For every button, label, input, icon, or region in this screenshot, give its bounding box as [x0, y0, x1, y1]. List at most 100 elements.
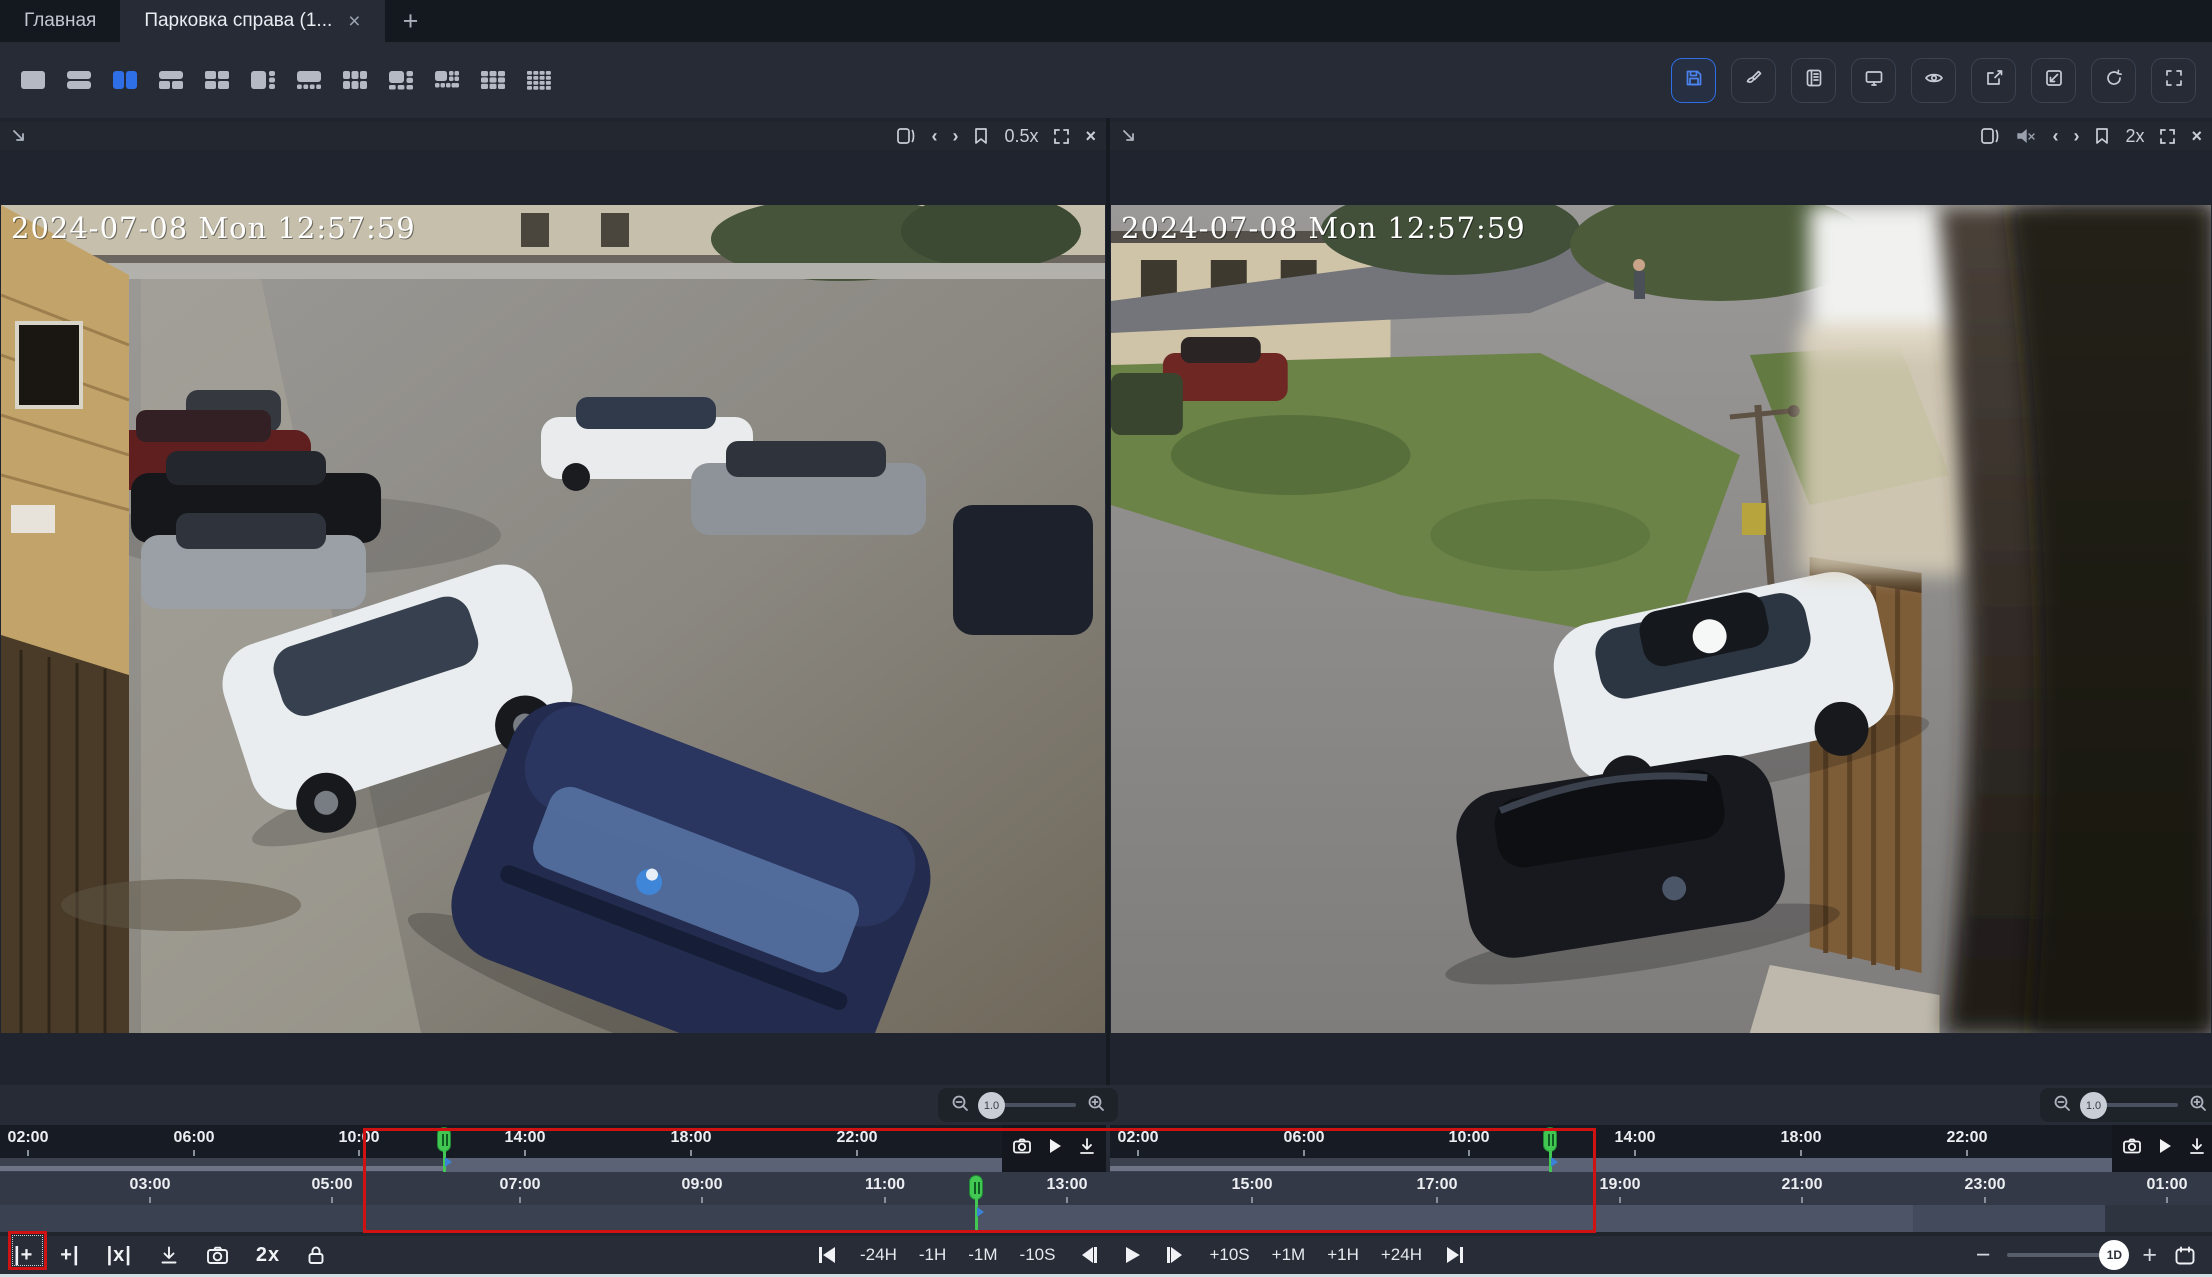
zoom-slider-handle[interactable]: 1.0 [2080, 1092, 2107, 1119]
skip-end-icon[interactable] [1444, 1244, 1466, 1266]
tick-label: 22:00 [1947, 1129, 1988, 1147]
download-icon[interactable] [1078, 1137, 1096, 1160]
jump-fwd-1h[interactable]: +1H [1327, 1245, 1359, 1265]
timeline-track[interactable]: 02:00 06:00 10:00 14:00 18:00 22:00 [0, 1125, 1002, 1158]
tab-parking[interactable]: Парковка справа (1... × [120, 0, 384, 42]
tick-label: 01:00 [2147, 1176, 2188, 1194]
camera-panel-left[interactable]: ‹ › 0.5x × [0, 118, 1106, 1085]
bookmark-icon[interactable] [973, 127, 989, 145]
clear-marks-button[interactable]: |x| [107, 1244, 132, 1267]
download-icon[interactable] [159, 1245, 179, 1265]
recording-band-combined[interactable] [0, 1205, 2212, 1232]
step-back-icon[interactable] [1077, 1244, 1099, 1266]
playhead[interactable] [436, 1126, 452, 1172]
video-right[interactable]: 2024-07-08 Mon 12:57:59 [1111, 205, 2211, 1033]
frame-mode-icon[interactable] [896, 127, 916, 145]
download-icon[interactable] [2188, 1137, 2206, 1160]
layout-4x4-button[interactable] [522, 66, 556, 94]
prev-icon[interactable]: ‹ [2052, 127, 2058, 145]
close-icon[interactable]: × [2191, 127, 2202, 145]
refresh-button[interactable] [2091, 58, 2136, 103]
tick-label: 18:00 [1781, 1129, 1822, 1147]
view-button[interactable] [1911, 58, 1956, 103]
camera-panel-right[interactable]: ‹ › 2x × [1110, 118, 2212, 1085]
play-icon[interactable] [2157, 1137, 2173, 1160]
zoom-slider-handle[interactable]: 1.0 [978, 1092, 1005, 1119]
monitor-button[interactable] [1851, 58, 1896, 103]
magnifier-minus-icon[interactable] [2052, 1093, 2072, 1118]
next-icon[interactable]: › [952, 127, 958, 145]
close-icon[interactable]: × [1085, 127, 1096, 145]
tab-home[interactable]: Главная [0, 0, 120, 42]
muted-speaker-icon[interactable] [2015, 127, 2037, 145]
resize-button[interactable] [2031, 58, 2076, 103]
new-tab-button[interactable]: + [385, 0, 437, 42]
magnifier-plus-icon[interactable] [2188, 1093, 2208, 1118]
layout-1+3-right-button[interactable] [246, 66, 280, 94]
timeline-track-combined[interactable]: 03:00 05:00 07:00 09:00 11:00 13:00 15:0… [0, 1172, 2212, 1205]
prev-icon[interactable]: ‹ [931, 127, 937, 145]
bookmark-icon[interactable] [2094, 127, 2110, 145]
view-actions [1671, 58, 2196, 103]
speed-badge[interactable]: 0.5x [1004, 127, 1038, 145]
save-button[interactable] [1671, 58, 1716, 103]
jump-back-10s[interactable]: -10S [1020, 1245, 1056, 1265]
transport-controls: -24H -1H -1M -10S +10S +1M +1H +24H [816, 1244, 1466, 1266]
skip-start-icon[interactable] [816, 1244, 838, 1266]
layout-2-cols-button[interactable] [108, 66, 142, 94]
fullscreen-button[interactable] [2151, 58, 2196, 103]
play-icon[interactable] [1121, 1244, 1143, 1266]
range-slider[interactable]: 1D [2007, 1253, 2125, 1257]
calendar-icon[interactable] [2174, 1245, 2196, 1266]
jump-back-24h[interactable]: -24H [860, 1245, 897, 1265]
recording-band[interactable] [1110, 1158, 2112, 1172]
step-forward-icon[interactable] [1165, 1244, 1187, 1266]
jump-fwd-24h[interactable]: +24H [1381, 1245, 1422, 1265]
speed-button[interactable]: 2x [256, 1244, 280, 1267]
jump-back-1m[interactable]: -1M [968, 1245, 997, 1265]
panel-list-button[interactable] [1791, 58, 1836, 103]
layout-1+2-button[interactable] [154, 66, 188, 94]
mark-in-button[interactable]: |+ [14, 1244, 33, 1267]
layout-2x2-button[interactable] [200, 66, 234, 94]
video-left[interactable]: 2024-07-08 Mon 12:57:59 [1, 205, 1105, 1033]
panel-right-header: ‹ › 2x × [1110, 122, 2212, 150]
layout-1+9-button[interactable] [430, 66, 464, 94]
speed-badge[interactable]: 2x [2125, 127, 2144, 145]
clear-button[interactable] [1731, 58, 1776, 103]
playhead-combined[interactable] [968, 1175, 984, 1232]
magnifier-plus-icon[interactable] [1086, 1093, 1106, 1118]
range-minus-button[interactable]: − [1976, 1243, 1991, 1268]
recording-band[interactable] [0, 1158, 1002, 1172]
timeline-track[interactable]: 02:00 06:00 10:00 14:00 18:00 22:00 [1110, 1125, 2112, 1158]
jump-fwd-1m[interactable]: +1M [1272, 1245, 1306, 1265]
camera-icon[interactable] [1012, 1137, 1032, 1160]
export-button[interactable] [1971, 58, 2016, 103]
tab-close-icon[interactable]: × [348, 11, 360, 32]
magnifier-minus-icon[interactable] [950, 1093, 970, 1118]
layout-3x3-button[interactable] [476, 66, 510, 94]
expand-icon[interactable] [1053, 128, 1070, 145]
mark-out-button[interactable]: +| [60, 1244, 79, 1267]
jump-fwd-10s[interactable]: +10S [1209, 1245, 1249, 1265]
frame-mode-icon[interactable] [1980, 127, 2000, 145]
corner-arrow-icon[interactable] [10, 127, 28, 145]
range-slider-handle[interactable]: 1D [2099, 1240, 2129, 1270]
range-plus-button[interactable]: + [2142, 1243, 2157, 1268]
layout-2-rows-button[interactable] [62, 66, 96, 94]
layout-1+7-button[interactable] [384, 66, 418, 94]
zoom-slider[interactable]: 1.0 [2082, 1103, 2178, 1107]
expand-icon[interactable] [2159, 128, 2176, 145]
jump-back-1h[interactable]: -1H [919, 1245, 946, 1265]
layout-3x2-button[interactable] [338, 66, 372, 94]
play-icon[interactable] [1047, 1137, 1063, 1160]
layout-1-button[interactable] [16, 66, 50, 94]
corner-arrow-icon[interactable] [1120, 127, 1138, 145]
camera-icon[interactable] [2122, 1137, 2142, 1160]
zoom-slider[interactable]: 1.0 [980, 1103, 1076, 1107]
camera-icon[interactable] [206, 1245, 229, 1265]
layout-1+4-bottom-button[interactable] [292, 66, 326, 94]
lock-icon[interactable] [307, 1245, 325, 1265]
playhead[interactable] [1542, 1126, 1558, 1172]
next-icon[interactable]: › [2073, 127, 2079, 145]
